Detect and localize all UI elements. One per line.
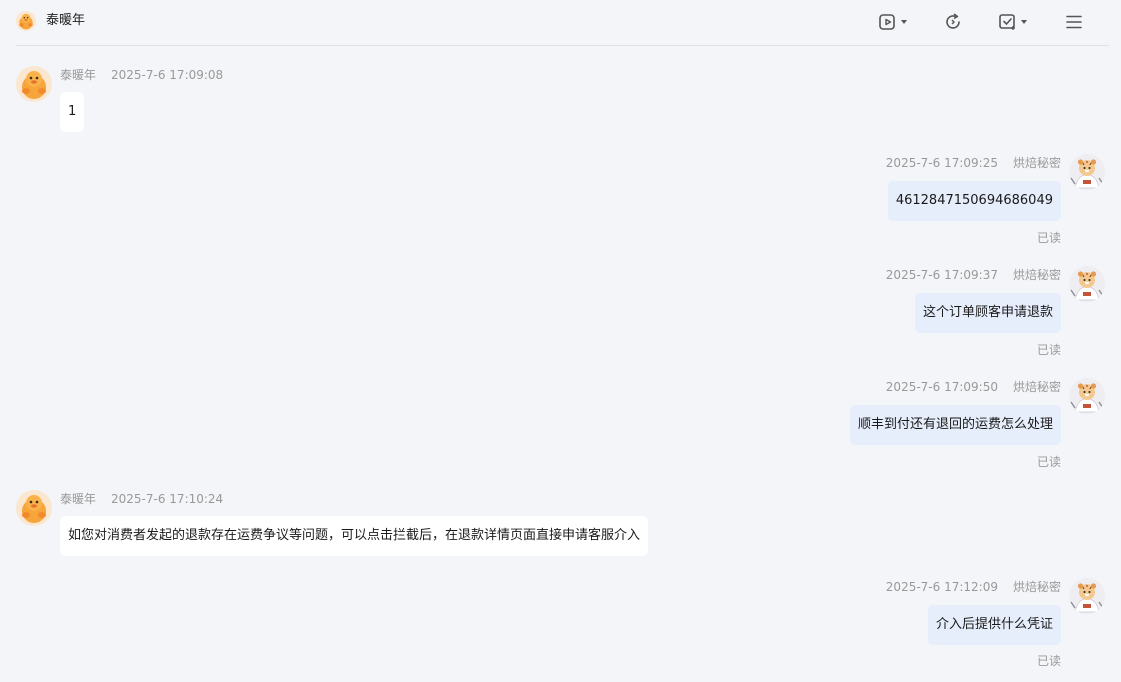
sender-name: 泰暖年 <box>60 492 97 506</box>
message-time: 2025-7-6 17:09:37 <box>885 268 998 282</box>
message-time: 2025-7-6 17:09:25 <box>885 156 998 170</box>
sender-avatar[interactable] <box>16 66 52 102</box>
message-bubble[interactable]: 介入后提供什么凭证 <box>927 605 1061 645</box>
sender-name: 烘焙秘密 <box>1012 268 1061 282</box>
sender-avatar[interactable] <box>1069 378 1105 414</box>
message-time: 2025-7-6 17:09:50 <box>885 380 998 394</box>
chevron-down-icon <box>1021 20 1027 24</box>
chevron-down-icon <box>901 20 907 24</box>
refresh-icon <box>943 12 963 32</box>
message-bubble[interactable]: 4612847150694686049 <box>887 181 1061 221</box>
read-status: 已读 <box>1036 455 1061 469</box>
contact-avatar[interactable] <box>16 11 36 31</box>
message-meta: 2025-7-6 17:09:50 烘焙秘密 <box>886 379 1061 395</box>
sender-avatar[interactable] <box>16 490 52 526</box>
message-bubble[interactable]: 如您对消费者发起的退款存在运费争议等问题，可以点击拦截后，在退款详情页面直接申请… <box>60 516 649 556</box>
chat-header: 泰暖年 <box>0 0 1121 46</box>
sender-avatar[interactable] <box>1069 578 1105 614</box>
message-time: 2025-7-6 17:12:09 <box>885 580 998 594</box>
message-meta: 2025-7-6 17:09:37 烘焙秘密 <box>886 267 1061 283</box>
menu-button[interactable] <box>1065 10 1083 34</box>
message-meta: 2025-7-6 17:12:09 烘焙秘密 <box>886 579 1061 595</box>
message-meta: 泰暖年 2025-7-6 17:10:24 <box>60 491 223 507</box>
message-meta: 泰暖年 2025-7-6 17:09:08 <box>60 67 223 83</box>
message-bubble[interactable]: 这个订单顾客申请退款 <box>914 293 1061 333</box>
menu-icon <box>1065 13 1083 31</box>
message-time: 2025-7-6 17:09:08 <box>111 68 224 82</box>
message-time: 2025-7-6 17:10:24 <box>111 492 224 506</box>
message-list[interactable]: 泰暖年 2025-7-6 17:09:08 1 2025-7-6 17:09:25… <box>0 46 1121 682</box>
sender-name: 烘焙秘密 <box>1012 580 1061 594</box>
message-bubble[interactable]: 顺丰到付还有退回的运费怎么处理 <box>849 405 1061 445</box>
sender-name: 烘焙秘密 <box>1012 380 1061 394</box>
contact-name[interactable]: 泰暖年 <box>46 12 85 30</box>
video-icon <box>878 12 898 32</box>
sender-name: 烘焙秘密 <box>1012 156 1061 170</box>
read-status: 已读 <box>1036 231 1061 245</box>
checklist-icon <box>998 12 1018 32</box>
read-status: 已读 <box>1036 343 1061 357</box>
refresh-button[interactable] <box>943 10 963 34</box>
sender-name: 泰暖年 <box>60 68 97 82</box>
checklist-button[interactable] <box>998 10 1027 34</box>
message-bubble[interactable]: 1 <box>60 92 85 132</box>
sender-avatar[interactable] <box>1069 154 1105 190</box>
video-call-button[interactable] <box>878 10 907 34</box>
message-meta: 2025-7-6 17:09:25 烘焙秘密 <box>886 155 1061 171</box>
read-status: 已读 <box>1036 654 1061 668</box>
sender-avatar[interactable] <box>1069 266 1105 302</box>
